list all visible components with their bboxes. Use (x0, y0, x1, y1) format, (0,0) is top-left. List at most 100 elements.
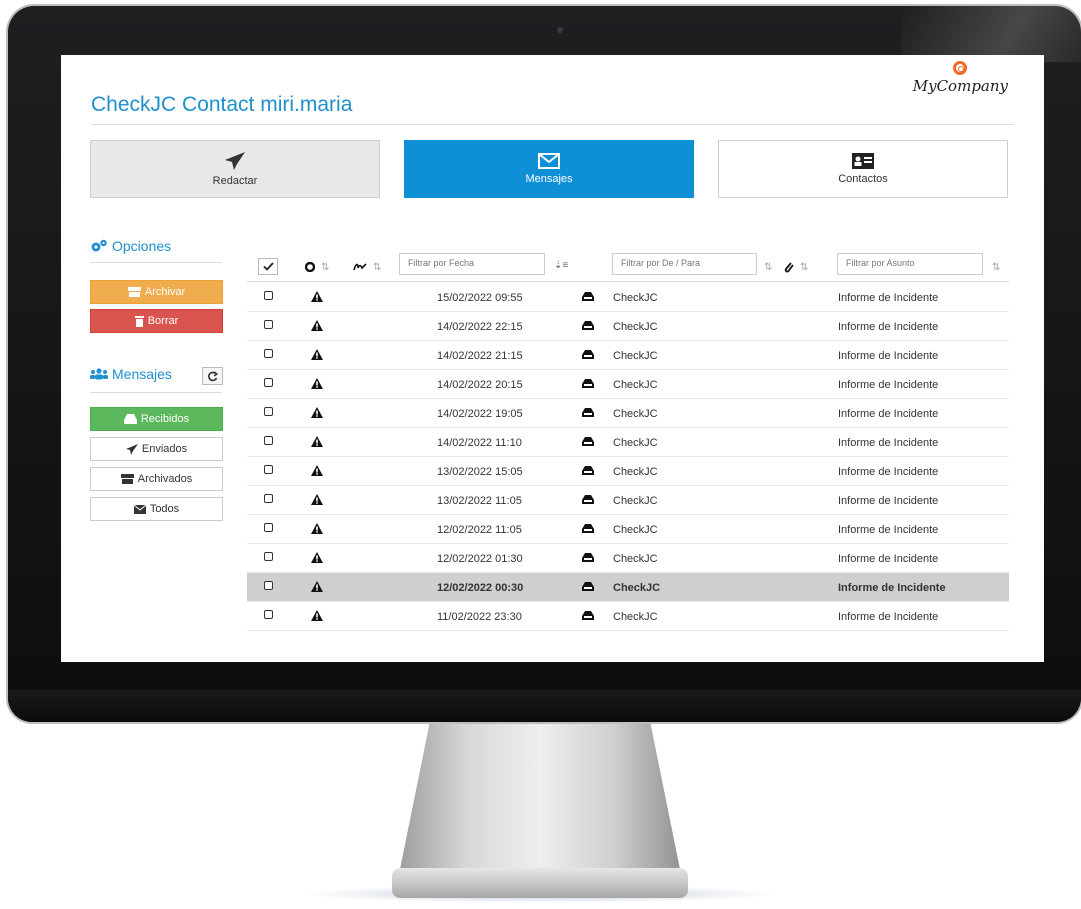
inbox-icon (123, 414, 137, 424)
row-subject: Informe de Incidente (838, 495, 939, 507)
row-from: CheckJC (613, 466, 658, 478)
signature-icon[interactable] (353, 262, 367, 272)
row-checkbox[interactable] (264, 494, 273, 503)
row-date: 14/02/2022 22:15 (437, 321, 523, 333)
options-title: Opciones (112, 238, 172, 254)
messages-divider (90, 392, 222, 393)
table-row[interactable]: 12/02/2022 01:30 CheckJC Informe de Incide… (247, 544, 1009, 573)
table-row[interactable]: 14/02/2022 19:05 CheckJC Informe de Incide… (247, 399, 1009, 428)
sort-icon[interactable]: ⇅ (764, 262, 772, 273)
row-subject: Informe de Incidente (838, 524, 939, 536)
warning-icon (311, 436, 323, 447)
warning-icon (311, 349, 323, 360)
row-from: CheckJC (613, 321, 658, 333)
table-row[interactable]: 14/02/2022 11:10 CheckJC Informe de Incide… (247, 428, 1009, 457)
inbox-icon (582, 524, 594, 533)
row-date: 12/02/2022 00:30 (437, 582, 524, 594)
trash-icon (134, 315, 144, 327)
warning-icon (311, 523, 323, 534)
table-row[interactable]: 14/02/2022 20:15 CheckJC Informe de Incide… (247, 370, 1009, 399)
sort-icon[interactable]: ⇅ (992, 262, 1000, 273)
delete-button[interactable]: Borrar (90, 309, 223, 333)
table-row[interactable]: 13/02/2022 15:05 CheckJC Informe de Incide… (247, 457, 1009, 486)
row-checkbox[interactable] (264, 581, 273, 590)
from-to-filter-input[interactable]: Filtrar por De / Para (612, 253, 757, 275)
row-from: CheckJC (613, 350, 658, 362)
received-button[interactable]: Recibidos (90, 407, 223, 431)
warning-icon (311, 610, 323, 621)
paper-plane-icon (125, 443, 138, 455)
row-checkbox[interactable] (264, 320, 273, 329)
row-checkbox[interactable] (264, 523, 273, 532)
messages-button[interactable]: Mensajes (404, 140, 694, 198)
sent-label: Enviados (141, 443, 188, 455)
title-divider (91, 124, 1014, 125)
paper-plane-icon (225, 152, 245, 170)
paperclip-icon[interactable] (784, 261, 794, 273)
options-divider (90, 262, 222, 263)
sort-icon[interactable]: ⇅ (373, 262, 381, 273)
date-filter-input[interactable]: Filtrar por Fecha (399, 253, 545, 275)
compose-label: Redactar (212, 175, 258, 187)
row-date: 12/02/2022 11:05 (437, 524, 522, 536)
warning-icon (311, 552, 323, 563)
row-date: 14/02/2022 21:15 (437, 350, 523, 362)
sort-desc-icon[interactable]: ⇣≡ (554, 260, 568, 271)
table-row[interactable]: 14/02/2022 22:15 CheckJC Informe de Incide… (247, 312, 1009, 341)
sort-icon[interactable]: ⇅ (800, 262, 808, 273)
row-from: CheckJC (613, 408, 658, 420)
archive-button[interactable]: Archivar (90, 280, 223, 304)
row-date: 13/02/2022 15:05 (437, 466, 523, 478)
all-button[interactable]: Todos (90, 497, 223, 521)
subject-filter-input[interactable]: Filtrar por Asunto (837, 253, 983, 275)
table-row[interactable]: 13/02/2022 11:05 CheckJC Informe de Incide… (247, 486, 1009, 515)
sort-icon[interactable]: ⇅ (321, 262, 329, 273)
archived-button[interactable]: Archivados (90, 467, 223, 491)
table-row[interactable]: 14/02/2022 21:15 CheckJC Informe de Incide… (247, 341, 1009, 370)
warning-icon (311, 581, 323, 592)
table-row[interactable]: 11/02/2022 23:30 CheckJC Informe de Incide… (247, 602, 1009, 631)
table-row[interactable]: 15/02/2022 09:55 CheckJC Informe de Incide… (247, 283, 1009, 312)
row-subject: Informe de Incidente (838, 292, 939, 304)
table-row[interactable]: 12/02/2022 11:05 CheckJC Informe de Incide… (247, 515, 1009, 544)
row-date: 14/02/2022 11:10 (437, 437, 522, 449)
circle-status-icon[interactable] (305, 262, 315, 272)
row-checkbox[interactable] (264, 610, 273, 619)
select-all-checkbox[interactable] (258, 258, 278, 275)
row-checkbox[interactable] (264, 291, 273, 300)
inbox-icon (582, 611, 594, 620)
inbox-icon (582, 379, 594, 388)
row-checkbox[interactable] (264, 378, 273, 387)
row-from: CheckJC (613, 495, 658, 507)
warning-icon (311, 378, 323, 389)
row-subject: Informe de Incidente (838, 408, 939, 420)
envelope-icon (133, 504, 146, 514)
table-row[interactable]: 12/02/2022 00:30 CheckJC Informe de Incide… (247, 573, 1009, 602)
contacts-button[interactable]: Contactos (718, 140, 1008, 198)
inbox-icon (582, 437, 594, 446)
row-subject: Informe de Incidente (838, 379, 939, 391)
row-checkbox[interactable] (264, 349, 273, 358)
row-subject: Informe de Incidente (838, 321, 939, 333)
row-from: CheckJC (613, 524, 658, 536)
row-date: 13/02/2022 11:05 (437, 495, 522, 507)
inbox-icon (582, 350, 594, 359)
row-checkbox[interactable] (264, 552, 273, 561)
all-label: Todos (149, 503, 180, 515)
warning-icon (311, 465, 323, 476)
compose-button[interactable]: Redactar (90, 140, 380, 198)
refresh-button[interactable] (202, 367, 223, 385)
users-icon (90, 368, 108, 380)
row-checkbox[interactable] (264, 465, 273, 474)
row-from: CheckJC (613, 292, 658, 304)
sent-button[interactable]: Enviados (90, 437, 223, 461)
row-from: CheckJC (613, 379, 658, 391)
row-checkbox[interactable] (264, 407, 273, 416)
logo-text: MyCompany (912, 77, 1008, 95)
row-checkbox[interactable] (264, 436, 273, 445)
row-date: 12/02/2022 01:30 (437, 553, 523, 565)
row-subject: Informe de Incidente (838, 582, 946, 594)
cogs-icon (91, 239, 107, 252)
inbox-icon (582, 321, 594, 330)
inbox-icon (582, 582, 594, 591)
